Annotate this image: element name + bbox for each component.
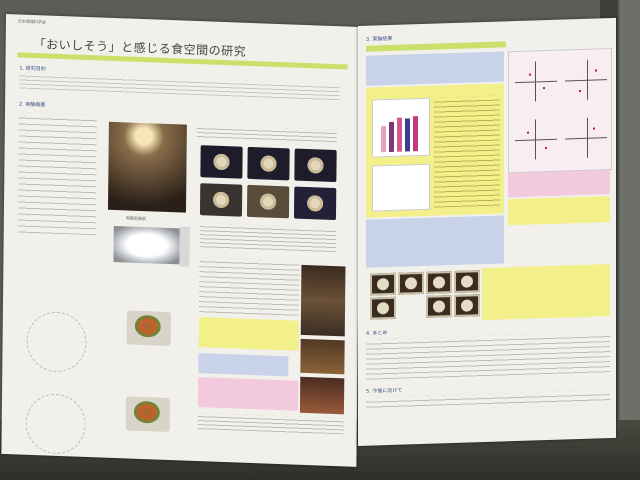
sample-photo	[454, 270, 480, 293]
bar-chart	[372, 97, 430, 158]
tray-sample	[293, 186, 337, 221]
x-axis	[515, 138, 557, 142]
x-axis	[565, 137, 607, 140]
procedure-text	[198, 257, 300, 319]
photo-notes-box	[482, 264, 610, 321]
section-overview: 2. 実験概要	[19, 101, 46, 109]
subject-photo	[300, 264, 346, 337]
sample-photo	[370, 272, 396, 296]
tray-text	[196, 125, 337, 145]
food-dish-photo	[125, 396, 171, 433]
poster-right: 3. 実験結果 4. まとめ 5. 今後に向けて	[358, 17, 616, 446]
results-blue-box	[366, 51, 504, 86]
tray-sample	[199, 183, 243, 217]
bar	[397, 117, 402, 152]
discussion-blue-box	[366, 215, 504, 268]
ceiling-light-photo	[113, 225, 180, 265]
subject-photo	[300, 338, 345, 375]
section-conclusion: 4. まとめ	[366, 330, 388, 337]
bar	[381, 126, 386, 153]
pink-note-box	[197, 377, 299, 411]
sample-photo	[398, 271, 424, 295]
food-dish-photo	[126, 310, 171, 347]
section-purpose: 1. 研究目的	[19, 65, 46, 73]
plot-point	[595, 69, 597, 72]
tray-sample	[200, 145, 243, 179]
conclusion-text	[366, 332, 610, 380]
overview-text	[17, 112, 97, 236]
tray-sample	[247, 146, 290, 181]
remote-control-photo	[179, 226, 190, 267]
tray-sample	[294, 148, 337, 183]
plot-point	[529, 73, 531, 76]
method-text	[199, 223, 336, 255]
plot-point	[543, 87, 545, 90]
plot-point	[579, 89, 581, 93]
bar	[389, 121, 394, 153]
purpose-text	[19, 72, 340, 101]
results-text	[434, 95, 500, 208]
yellow-summary-box	[508, 196, 610, 226]
x-axis	[565, 79, 607, 82]
x-axis	[515, 80, 557, 84]
results-underline	[366, 41, 506, 52]
section-future: 5. 今後に向けて	[366, 387, 403, 395]
radar-chart	[25, 392, 87, 455]
tray-sample	[246, 184, 290, 219]
poster-left: 日本調理科学会 「おいしそう」と感じる食空間の研究 1. 研究目的 2. 実験概…	[1, 14, 361, 467]
blue-note-box	[198, 353, 289, 377]
sample-photo	[426, 295, 452, 318]
room-caption: 実験室風景	[125, 215, 146, 222]
plot-point	[545, 147, 547, 150]
bar	[405, 118, 410, 152]
experiment-room-photo	[107, 121, 187, 213]
poster-header: 日本調理科学会	[17, 18, 46, 25]
scatter-plot-panel	[508, 48, 612, 174]
radar-chart	[26, 310, 87, 373]
result-text	[197, 413, 344, 435]
plot-point	[593, 127, 595, 130]
sample-photo	[454, 294, 480, 317]
subject-photo	[299, 376, 345, 415]
pink-summary-box	[508, 170, 610, 198]
bar	[413, 116, 418, 152]
plot-point	[527, 131, 529, 134]
scatter-chart	[372, 163, 430, 212]
yellow-note-box	[198, 317, 299, 351]
section-results: 3. 実験結果	[366, 35, 393, 43]
sample-photo	[426, 271, 452, 294]
sample-photo	[370, 296, 396, 320]
future-text	[366, 390, 610, 412]
